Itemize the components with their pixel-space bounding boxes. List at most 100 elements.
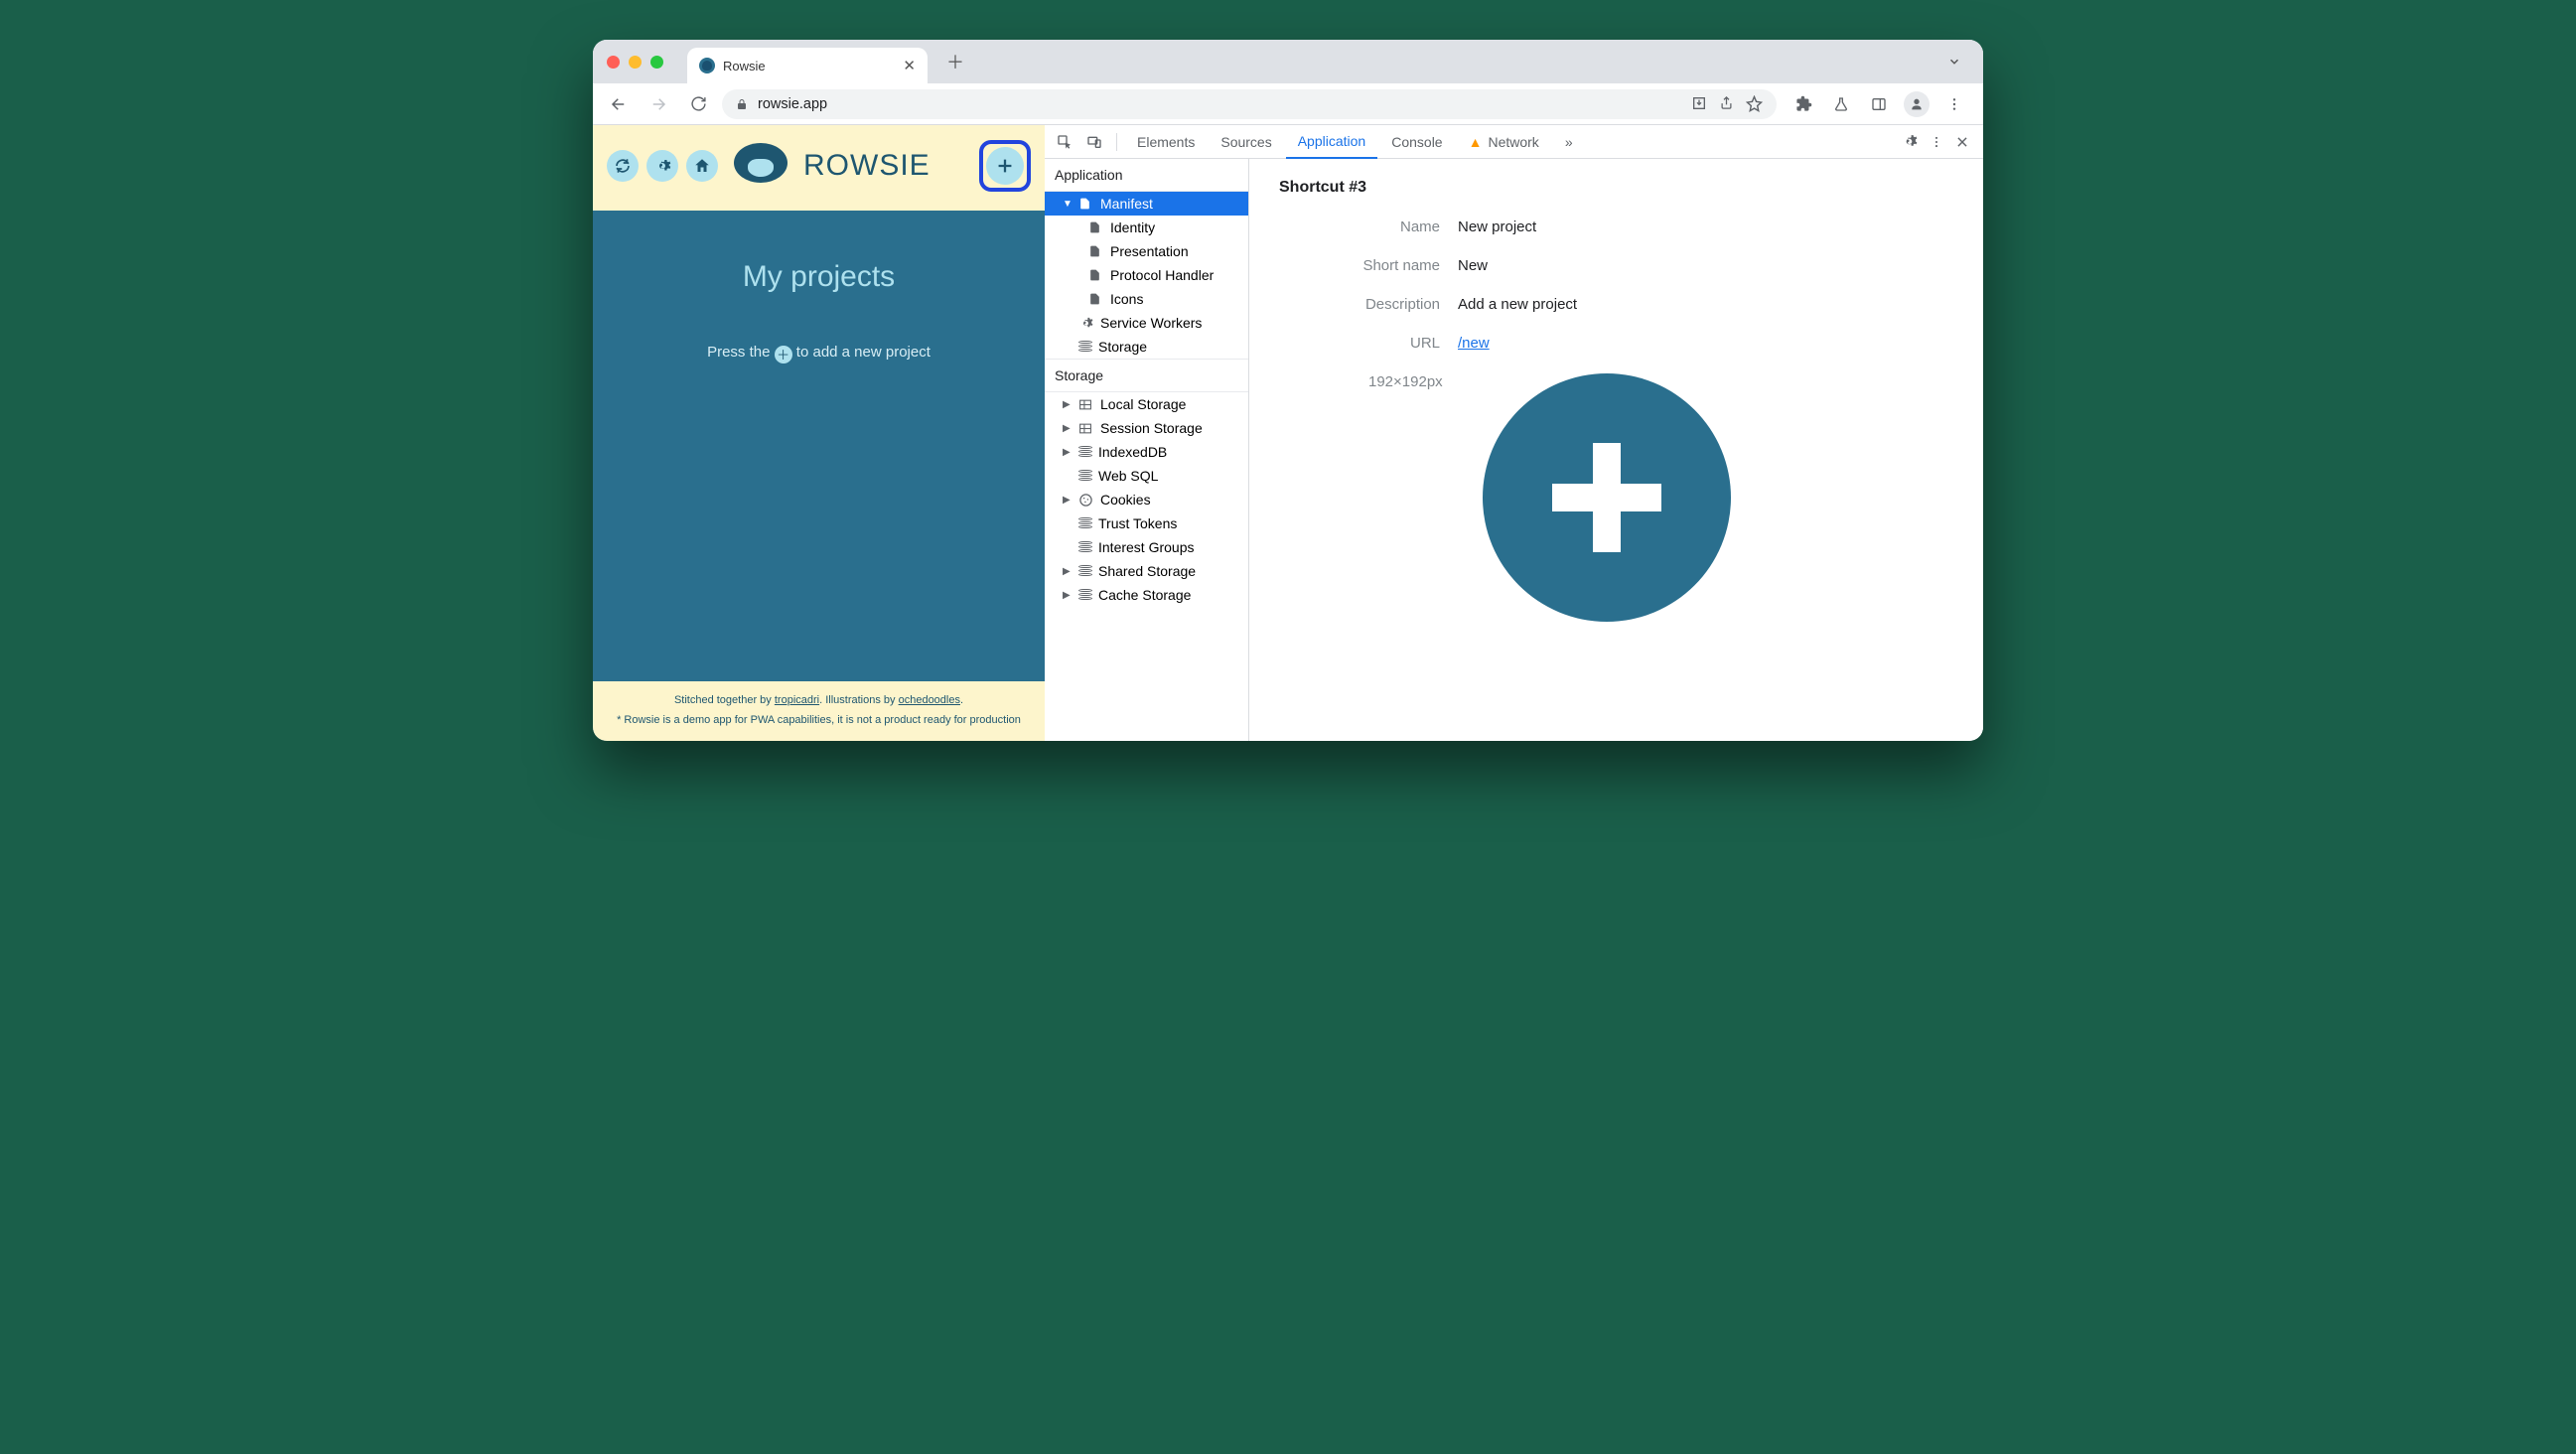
highlighted-add-button <box>979 140 1031 192</box>
tab-title: Rowsie <box>723 59 895 73</box>
detail-label: URL <box>1279 335 1458 352</box>
devtools-settings-button[interactable] <box>1901 133 1918 150</box>
database-icon <box>1078 517 1092 529</box>
tabs-dropdown-button[interactable] <box>1939 51 1969 73</box>
home-button[interactable] <box>686 150 718 182</box>
minimize-window-button[interactable] <box>629 56 642 69</box>
maximize-window-button[interactable] <box>650 56 663 69</box>
panel-icon <box>1871 96 1887 112</box>
profile-button[interactable] <box>1902 89 1932 119</box>
window-controls <box>607 56 663 69</box>
detail-label: Name <box>1279 218 1458 235</box>
share-icon[interactable] <box>1719 95 1734 112</box>
sidebar-item-presentation[interactable]: Presentation <box>1045 239 1248 263</box>
detail-value-description: Add a new project <box>1458 296 1577 313</box>
sidebar-section-storage: Storage <box>1045 359 1248 392</box>
sidebar-item-protocol-handler[interactable]: Protocol Handler <box>1045 263 1248 287</box>
file-icon <box>1088 291 1104 307</box>
devtools-body: Application ▼ Manifest Identity Presenta… <box>1045 159 1983 741</box>
sidebar-item-local-storage[interactable]: ▶ Local Storage <box>1045 392 1248 416</box>
close-window-button[interactable] <box>607 56 620 69</box>
sidebar-item-interest-groups[interactable]: Interest Groups <box>1045 535 1248 559</box>
flask-icon <box>1833 96 1849 112</box>
detail-row-description: Description Add a new project <box>1279 296 1953 313</box>
rowsie-footer: Stitched together by tropicadri. Illustr… <box>593 681 1045 741</box>
warning-icon: ▲ <box>1469 134 1483 150</box>
inspect-button[interactable] <box>1051 134 1078 150</box>
browser-window: Rowsie ✕ ＋ rowsie.app <box>593 40 1983 741</box>
devtools-menu-button[interactable] <box>1930 135 1943 149</box>
chevron-right-icon: ▶ <box>1063 590 1073 601</box>
detail-label: Description <box>1279 296 1458 313</box>
footer-link-author[interactable]: tropicadri <box>775 694 819 706</box>
tab-more[interactable]: » <box>1553 125 1585 159</box>
rowsie-logo <box>726 137 795 195</box>
shortcut-url-link[interactable]: /new <box>1458 335 1490 352</box>
page-title: My projects <box>613 260 1025 294</box>
close-tab-button[interactable]: ✕ <box>903 57 916 74</box>
sidebar-item-cache-storage[interactable]: ▶ Cache Storage <box>1045 583 1248 607</box>
add-project-button[interactable] <box>986 147 1024 185</box>
file-icon <box>1088 267 1104 283</box>
sidebar-item-storage[interactable]: Storage <box>1045 335 1248 359</box>
sidebar-item-websql[interactable]: Web SQL <box>1045 464 1248 488</box>
settings-button[interactable] <box>646 150 678 182</box>
back-button[interactable] <box>603 88 635 120</box>
file-icon <box>1078 196 1094 212</box>
sidebar-item-shared-storage[interactable]: ▶ Shared Storage <box>1045 559 1248 583</box>
devtools-tab-bar: Elements Sources Application Console ▲Ne… <box>1045 125 1983 159</box>
side-panel-button[interactable] <box>1864 89 1894 119</box>
sync-icon <box>614 157 632 175</box>
address-bar: rowsie.app <box>593 83 1983 125</box>
devtools-panel: Elements Sources Application Console ▲Ne… <box>1045 125 1983 741</box>
labs-button[interactable] <box>1826 89 1856 119</box>
footer-link-illustrator[interactable]: ochedoodles <box>899 694 960 706</box>
database-icon <box>1078 341 1092 353</box>
sidebar-item-identity[interactable]: Identity <box>1045 216 1248 239</box>
home-icon <box>693 157 711 175</box>
sidebar-item-trust-tokens[interactable]: Trust Tokens <box>1045 511 1248 535</box>
devtools-close-button[interactable] <box>1955 135 1969 149</box>
page-body: ROWSIE My projects Press the ＋ to add a … <box>593 125 1983 741</box>
sync-button[interactable] <box>607 150 639 182</box>
star-icon[interactable] <box>1746 95 1763 112</box>
table-icon <box>1078 422 1094 435</box>
tab-elements[interactable]: Elements <box>1125 125 1207 159</box>
sidebar-item-service-workers[interactable]: Service Workers <box>1045 311 1248 335</box>
gear-icon <box>1078 316 1094 331</box>
detail-row-url: URL /new <box>1279 335 1953 352</box>
sidebar-item-indexeddb[interactable]: ▶ IndexedDB <box>1045 440 1248 464</box>
install-app-icon[interactable] <box>1691 95 1707 112</box>
footer-text: . Illustrations by <box>819 694 898 706</box>
rowsie-app: ROWSIE My projects Press the ＋ to add a … <box>593 125 1045 741</box>
devices-icon <box>1086 134 1102 150</box>
footer-text: . <box>960 694 963 706</box>
empty-suffix: to add a new project <box>796 344 930 361</box>
chevron-right-icon: ▶ <box>1063 566 1073 577</box>
tab-application[interactable]: Application <box>1286 125 1378 159</box>
sidebar-item-icons[interactable]: Icons <box>1045 287 1248 311</box>
chevron-down-icon <box>1947 55 1961 69</box>
device-toggle-button[interactable] <box>1080 134 1108 150</box>
sidebar-item-manifest[interactable]: ▼ Manifest <box>1045 192 1248 216</box>
browser-menu-button[interactable] <box>1939 89 1969 119</box>
tab-sources[interactable]: Sources <box>1209 125 1283 159</box>
reload-button[interactable] <box>682 88 714 120</box>
extensions-button[interactable] <box>1789 89 1818 119</box>
tab-network[interactable]: ▲Network <box>1457 125 1551 159</box>
sidebar-item-session-storage[interactable]: ▶ Session Storage <box>1045 416 1248 440</box>
url-text: rowsie.app <box>758 96 827 112</box>
favicon-icon <box>699 58 715 73</box>
detail-row-name: Name New project <box>1279 218 1953 235</box>
application-sidebar: Application ▼ Manifest Identity Presenta… <box>1045 159 1249 741</box>
detail-value-name: New project <box>1458 218 1536 235</box>
icon-dimensions: 192×192px <box>1368 373 1443 390</box>
browser-tab[interactable]: Rowsie ✕ <box>687 48 928 83</box>
new-tab-button[interactable]: ＋ <box>941 48 969 75</box>
sidebar-item-cookies[interactable]: ▶ Cookies <box>1045 488 1248 511</box>
kebab-icon <box>1946 96 1962 112</box>
tab-console[interactable]: Console <box>1379 125 1454 159</box>
url-input[interactable]: rowsie.app <box>722 89 1777 119</box>
chevron-down-icon: ▼ <box>1063 199 1073 210</box>
forward-button[interactable] <box>643 88 674 120</box>
